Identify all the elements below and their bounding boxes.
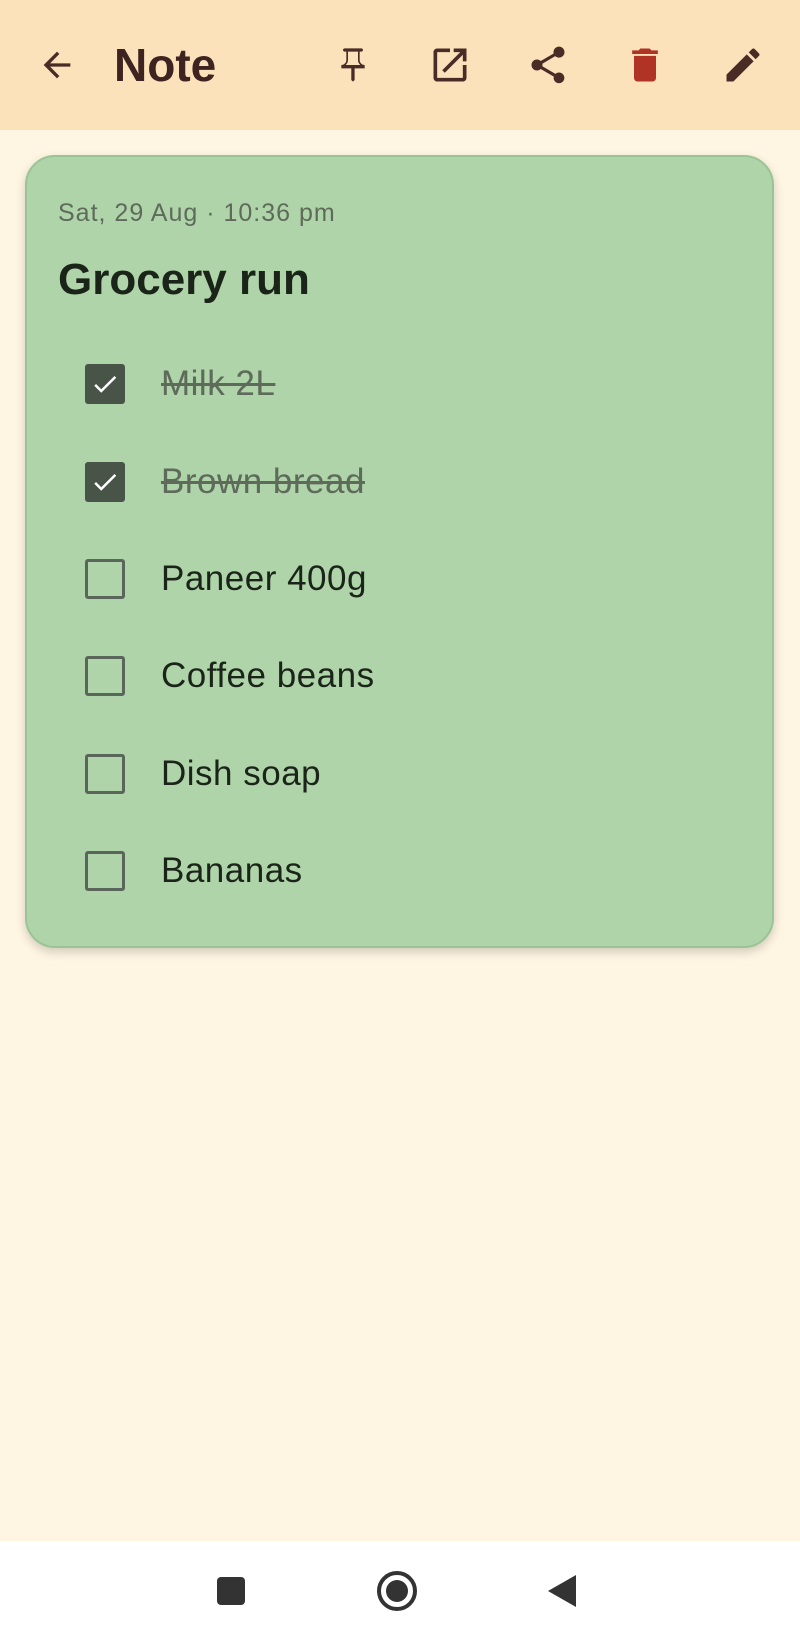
- home-button[interactable]: [369, 1563, 425, 1619]
- open-external-button[interactable]: [418, 33, 482, 97]
- checklist-item[interactable]: Milk 2L: [85, 354, 725, 414]
- share-button[interactable]: [516, 33, 580, 97]
- delete-button[interactable]: [613, 33, 677, 97]
- checklist-item-label: Brown bread: [161, 462, 365, 501]
- checkbox[interactable]: [85, 851, 125, 891]
- open-external-icon: [433, 48, 467, 82]
- checklist-item[interactable]: Dish soap: [85, 744, 725, 804]
- back-button[interactable]: [25, 33, 89, 97]
- checklist-item-label: Dish soap: [161, 754, 322, 793]
- checkbox[interactable]: [85, 462, 125, 502]
- edit-button[interactable]: [711, 33, 775, 97]
- note-card[interactable]: Sat, 29 Aug · 10:36 pm Grocery run Milk …: [25, 155, 774, 948]
- checkbox[interactable]: [85, 656, 125, 696]
- back-nav-button[interactable]: [534, 1563, 590, 1619]
- checklist-item-label: Paneer 400g: [161, 559, 367, 598]
- system-nav-bar: [0, 1541, 800, 1638]
- checklist-item-label: Milk 2L: [161, 364, 276, 403]
- top-app-bar: Note: [0, 0, 800, 130]
- checklist-item[interactable]: Paneer 400g: [85, 549, 725, 609]
- share-icon: [531, 46, 565, 84]
- back-triangle-icon: [548, 1575, 576, 1607]
- checklist-item[interactable]: Brown bread: [85, 452, 725, 512]
- pin-icon: [341, 48, 365, 82]
- check-icon: [94, 375, 117, 393]
- checklist-item[interactable]: Bananas: [85, 841, 725, 901]
- checklist-item-label: Coffee beans: [161, 656, 375, 695]
- recents-button[interactable]: [203, 1563, 259, 1619]
- back-arrow-icon: [43, 51, 71, 79]
- pin-button[interactable]: [321, 33, 385, 97]
- checkbox[interactable]: [85, 364, 125, 404]
- checklist-item-label: Bananas: [161, 851, 303, 890]
- edit-pencil-icon: [726, 48, 760, 82]
- note-title: Grocery run: [58, 255, 310, 304]
- checkbox[interactable]: [85, 754, 125, 794]
- recents-square-icon: [217, 1577, 245, 1605]
- home-circle-icon: [377, 1571, 417, 1611]
- checkbox[interactable]: [85, 559, 125, 599]
- page-title: Note: [114, 39, 217, 91]
- check-icon: [94, 473, 117, 491]
- delete-icon: [632, 48, 658, 82]
- note-date: Sat, 29 Aug · 10:36 pm: [58, 199, 336, 227]
- checklist-item[interactable]: Coffee beans: [85, 646, 725, 706]
